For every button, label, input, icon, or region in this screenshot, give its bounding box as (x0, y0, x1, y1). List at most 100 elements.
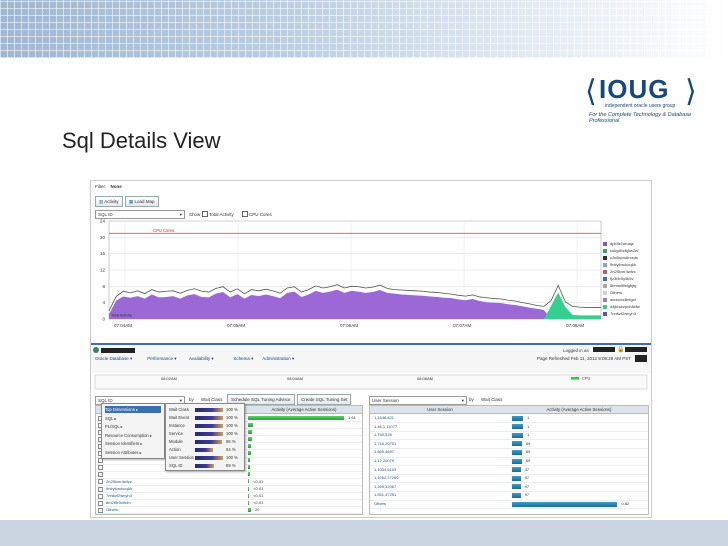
left-by-value[interactable]: Wait Class (201, 397, 222, 402)
activity-bar (248, 443, 251, 448)
row-sql-id[interactable]: 2n2f5cnr4wfzc (106, 478, 132, 485)
row-checkbox[interactable] (98, 486, 103, 492)
context-menu-item[interactable]: Top Dimensions ▸ (105, 406, 161, 413)
context-submenu-item[interactable]: Wait Class 100 % (169, 406, 243, 413)
row-user-session[interactable]: 1,269,12067 (374, 483, 396, 491)
legend-item[interactable]: Others (603, 290, 622, 296)
submenu-percent: 64 % (226, 447, 236, 452)
load-map-button[interactable]: ▦ Load Map (125, 196, 159, 207)
legend-item[interactable]: 2n2f5cnr4wfzc (603, 269, 636, 275)
context-submenu-item[interactable]: Service 100 % (169, 430, 243, 437)
target-name-redacted (101, 348, 135, 353)
legend-item[interactable]: dj4f4k2oruajz (603, 241, 634, 247)
context-menu-item[interactable]: Resource Consumption ▸ (105, 432, 161, 439)
legend-swatch (603, 283, 607, 288)
legend-label: c2s6kpm6rxxds (610, 255, 638, 260)
y-tick-label: 20 (100, 235, 106, 240)
context-submenu-item[interactable]: Module 95 % (169, 438, 243, 445)
legend-item[interactable]: d4jkrsbzpnb8xfw (603, 304, 640, 310)
submenu-bar (195, 439, 222, 444)
legend-item[interactable]: 8bmm5ftdgbjtg (603, 283, 636, 289)
activity-button[interactable]: ▥ Activity (95, 196, 123, 207)
submenu-label: User Session (169, 455, 194, 460)
filter-row: Filter: None (95, 184, 122, 189)
row-checkbox[interactable] (98, 465, 103, 471)
right-dimension-select[interactable]: User Session ▾ (369, 396, 467, 405)
row-sql-id[interactable]: 9nkyforukcq6h (106, 485, 132, 492)
context-submenu-item[interactable]: Wait Event 100 % (169, 414, 243, 421)
oem-menu-item[interactable]: Administration ▾ (262, 356, 294, 362)
legend-swatch (603, 297, 607, 302)
oem-header: Oracle Database ▾ Performance ▾ Availabili… (91, 343, 651, 373)
legend-item[interactable]: c2s6kpm6rxxds (603, 255, 638, 261)
legend-label: 7nn6zf2wnyh3 (610, 311, 636, 316)
row-user-session[interactable]: 1,665,4697 (374, 448, 394, 456)
row-user-session[interactable]: Others (374, 500, 386, 508)
row-checkbox[interactable] (98, 507, 103, 513)
legend-label: Others (610, 290, 623, 295)
activity-bar (248, 472, 250, 477)
context-menu-item[interactable]: Session Identifiers ▸ (105, 440, 161, 447)
activity-value: 97 (524, 483, 530, 489)
create-set-button-label: Create SQL Tuning Set (301, 397, 348, 402)
submenu-percent: 100 % (226, 415, 238, 420)
row-sql-id[interactable]: 7nn6zf2wnyh3 (106, 492, 132, 499)
cpu-cores-checkbox[interactable] (242, 211, 248, 217)
legend-item[interactable]: aduuvxc8ntgcf (603, 297, 636, 303)
context-menu-item[interactable]: SQL ▸ (105, 415, 161, 422)
row-checkbox[interactable] (98, 500, 103, 506)
row-user-session[interactable]: 1,716,20701 (374, 440, 396, 448)
context-submenu-item[interactable]: Action 64 % (169, 446, 243, 453)
table-row[interactable]: Others 20 (96, 506, 362, 515)
left-activity-header[interactable]: Activity (Average Active Sessions) (246, 406, 362, 414)
right-activity-header[interactable]: Activity (Average Active Sessions) (510, 406, 648, 414)
page-refreshed: Page Refreshed Feb 11, 2012 8:08:29 AM P… (537, 356, 631, 361)
oem-menu-item[interactable]: Performance ▾ (147, 356, 176, 362)
submenu-percent: 95 % (226, 439, 236, 444)
row-sql-id[interactable]: Others (106, 506, 118, 513)
x-tick-label: 07:07AM (453, 323, 471, 328)
activity-chart: 24 20 16 12 8 4 0 07:04AM 07:05AM 07:06AM 07:07AM 0… (100, 219, 602, 328)
refresh-redacted[interactable] (635, 355, 647, 362)
filter-value[interactable]: None (111, 184, 122, 189)
context-submenu-item[interactable]: User Session 100 % (169, 454, 243, 461)
legend-item[interactable]: cukg8hc6jkw2nf (603, 248, 638, 254)
context-submenu-item[interactable]: SQL ID 69 % (169, 462, 243, 469)
slide-top-band (0, 0, 728, 58)
row-checkbox[interactable] (98, 493, 103, 499)
context-submenu-item[interactable]: Instance 100 % (169, 422, 243, 429)
legend-item[interactable]: 9nkyforukcq6h (603, 262, 636, 268)
activity-bar (512, 441, 522, 447)
row-user-session[interactable]: 1,1034,6103 (374, 466, 396, 474)
right-by-value[interactable]: Wait Class (481, 397, 502, 402)
activity-value: 37 (524, 466, 530, 472)
right-session-header[interactable]: User Session (370, 406, 510, 414)
oem-menu-item[interactable]: Availability ▾ (189, 356, 214, 362)
oem-menu-item[interactable]: Oracle Database ▾ (95, 356, 132, 362)
row-user-session[interactable]: 1,1646,821 (374, 414, 394, 422)
total-activity-label: Total Activity (111, 314, 132, 318)
row-user-session[interactable]: 1,1052,27260 (374, 474, 398, 482)
mini-timeline[interactable]: 08:02AM 08:04AM 08:06AM CPU (91, 371, 651, 393)
right-dimension-value: User Session (372, 398, 399, 403)
row-user-session[interactable]: 1,12,20079 (374, 457, 394, 465)
row-user-session[interactable]: 1,551,47291 (374, 491, 396, 499)
row-user-session[interactable]: 1,750,526 (374, 431, 392, 439)
legend-item[interactable]: fjz3f4r5y5k5v (603, 276, 634, 282)
activity-value: 97 (524, 492, 530, 498)
create-sql-tuning-set-button[interactable]: Create SQL Tuning Set (297, 394, 352, 405)
row-sql-id[interactable]: 8m2f5r5v8r4n (106, 499, 131, 506)
row-checkbox[interactable] (98, 472, 103, 478)
row-checkbox[interactable] (98, 479, 103, 485)
activity-value: 1 (527, 432, 530, 438)
context-menu-item[interactable]: Session Attributes ▸ (105, 449, 161, 456)
legend-item[interactable]: 7nn6zf2wnyh3 (603, 311, 636, 317)
total-activity-checkbox[interactable] (202, 211, 208, 217)
context-menu-item[interactable]: PL/SQL ▸ (105, 423, 161, 430)
total-activity-label: Total Activity (209, 212, 234, 217)
group-select[interactable]: SQL ID ▾ (95, 210, 185, 219)
oem-menu-item[interactable]: Schema ▾ (233, 356, 253, 362)
table-row[interactable]: Others 0.82 (370, 500, 648, 510)
row-user-session[interactable]: 1,46,1,11077 (374, 423, 397, 431)
legend-label: fjz3f4r5y5k5v (610, 276, 634, 281)
